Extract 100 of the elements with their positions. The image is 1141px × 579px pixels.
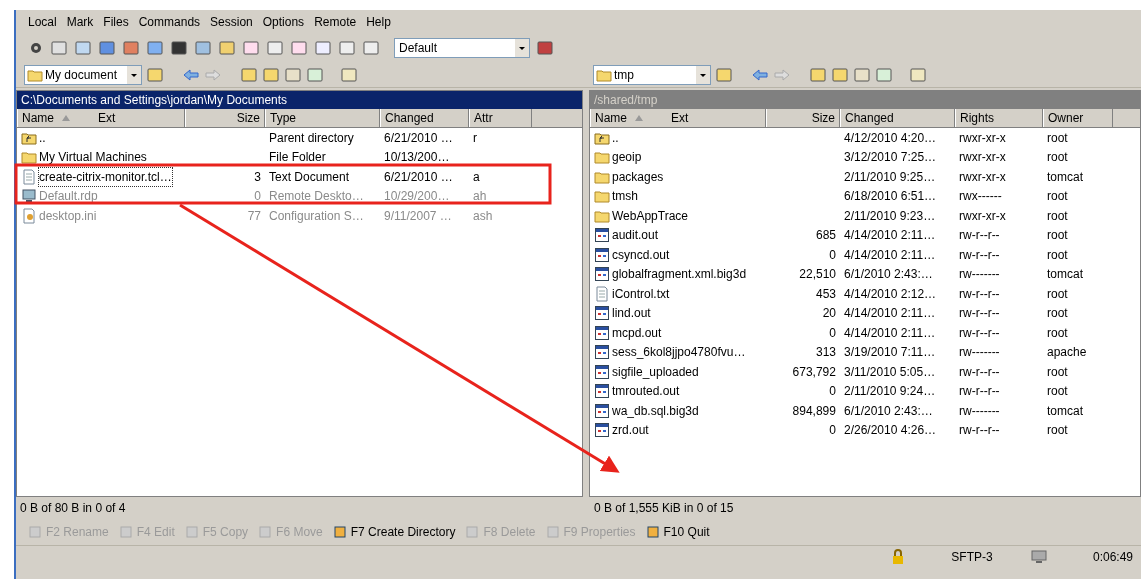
- command-icon: [184, 525, 199, 539]
- file-cell-text: 453: [815, 285, 836, 303]
- toolbar-icon[interactable]: [194, 39, 212, 57]
- column-header[interactable]: Type: [265, 109, 380, 127]
- toolbar-icon[interactable]: [98, 39, 116, 57]
- toolbar-icon[interactable]: [314, 39, 332, 57]
- toolbar-icon[interactable]: [218, 39, 236, 57]
- path-bar: C:\Documents and Settings\jordan\My Documents: [17, 91, 582, 109]
- file-cell-text: 685: [815, 227, 836, 245]
- file-cell-text: rw-------: [959, 344, 1000, 362]
- menu-item[interactable]: Mark: [66, 13, 94, 31]
- file-cell-text: 3/11/2010 5:05…: [844, 363, 936, 381]
- file-cell-text: 4/14/2010 2:11…: [844, 246, 936, 264]
- file-name[interactable]: desktop.ini: [39, 206, 97, 225]
- file-name[interactable]: tmsh: [612, 187, 638, 206]
- window-file-icon: [594, 422, 610, 439]
- file-cell-text: 0: [829, 422, 836, 440]
- file-name[interactable]: sess_6kol8jjpo4780fvu…: [612, 343, 746, 362]
- file-cell-text: 2/11/2010 9:23…: [844, 207, 936, 225]
- column-header[interactable]: Size: [766, 109, 840, 127]
- file-name[interactable]: globalfragment.xml.big3d: [612, 265, 747, 284]
- file-name[interactable]: WebAppTrace: [612, 206, 689, 225]
- file-cell-text: 0: [254, 188, 261, 206]
- window-file-icon: [594, 266, 610, 283]
- menu-item[interactable]: Help: [366, 13, 391, 31]
- file-name[interactable]: My Virtual Machines: [39, 148, 147, 167]
- file-cell-text: 6/21/2010 …: [384, 129, 453, 147]
- file-name[interactable]: audit.out: [612, 226, 659, 245]
- window-file-icon: [594, 402, 610, 419]
- file-cell-text: 3/12/2010 7:25…: [844, 149, 937, 167]
- file-cell-text: 4/14/2010 2:12…: [844, 285, 937, 303]
- file-name[interactable]: zrd.out: [612, 421, 649, 440]
- file-cell-text: ah: [473, 188, 487, 206]
- file-name[interactable]: create-citrix-monitor.tcl…: [39, 167, 172, 186]
- file-name[interactable]: sigfile_uploaded: [612, 362, 699, 381]
- file-cell-text: root: [1047, 422, 1068, 440]
- file-name[interactable]: tmrouted.out: [612, 382, 680, 401]
- selection-status: 0 B of 80 B in 0 of 4: [19, 500, 127, 517]
- command-icon: [118, 525, 133, 539]
- file-cell-text: 894,899: [792, 402, 836, 420]
- forward-arrow-icon[interactable]: [773, 67, 791, 82]
- location-dropdown[interactable]: My document: [24, 64, 142, 85]
- file-cell-text: root: [1047, 324, 1068, 342]
- toolbar-icon[interactable]: [50, 39, 68, 57]
- function-key-button[interactable]: F7 Create Directory: [332, 523, 456, 541]
- config-file-icon: [21, 207, 37, 224]
- toolbar-icon[interactable]: [122, 39, 140, 57]
- file-cell-text: rw-r--r--: [959, 227, 1000, 245]
- file-cell-text: rwx------: [959, 188, 1002, 206]
- file-cell-text: Configuration S…: [269, 207, 364, 225]
- file-cell-text: 10/29/200…: [384, 188, 450, 206]
- file-name[interactable]: ..: [39, 128, 46, 147]
- file-cell-text: 6/18/2010 6:51…: [844, 188, 937, 206]
- toolbar-icon[interactable]: [362, 39, 380, 57]
- file-name[interactable]: wa_db.sql.big3d: [612, 401, 699, 420]
- file-name[interactable]: Default.rdp: [39, 187, 98, 206]
- toolbar-icon[interactable]: [74, 39, 92, 57]
- text-file-icon: [594, 285, 610, 302]
- column-header[interactable]: Owner: [1043, 109, 1113, 127]
- menu-item[interactable]: Remote: [314, 13, 357, 31]
- location-dropdown[interactable]: tmp: [593, 64, 711, 85]
- forward-arrow-icon[interactable]: [204, 67, 222, 82]
- text-file-icon: [21, 168, 37, 185]
- file-name[interactable]: iControl.txt: [612, 284, 670, 303]
- command-icon: [465, 525, 480, 539]
- file-cell-text: 9/11/2007 …: [384, 207, 452, 225]
- file-cell-text: 0: [829, 383, 836, 401]
- back-arrow-icon[interactable]: [751, 67, 769, 82]
- file-cell-text: rw-r--r--: [959, 246, 1000, 264]
- column-header[interactable]: Attr: [469, 109, 532, 127]
- menu-item[interactable]: Local: [28, 13, 57, 31]
- back-arrow-icon[interactable]: [182, 67, 200, 82]
- file-cell-text: 2/11/2010 9:25…: [844, 168, 936, 186]
- file-name[interactable]: mcpd.out: [612, 323, 662, 342]
- column-header[interactable]: Name Ext: [17, 109, 185, 127]
- monitor-file-icon: [21, 188, 37, 205]
- column-header[interactable]: Changed: [840, 109, 955, 127]
- file-name[interactable]: ..: [612, 128, 619, 147]
- file-cell-text: root: [1047, 383, 1068, 401]
- column-header[interactable]: Changed: [380, 109, 469, 127]
- menu-item[interactable]: Files: [103, 13, 129, 31]
- file-name[interactable]: packages: [612, 167, 664, 186]
- window-file-icon: [594, 227, 610, 244]
- window-file-icon: [594, 383, 610, 400]
- column-header[interactable]: Size: [185, 109, 265, 127]
- file-name[interactable]: csyncd.out: [612, 245, 670, 264]
- file-cell-text: 22,510: [799, 266, 836, 284]
- toolbar-icon[interactable]: [338, 39, 356, 57]
- window-file-icon: [594, 305, 610, 322]
- menu-item[interactable]: Options: [262, 13, 305, 31]
- session-time: 0:06:49: [1091, 548, 1134, 566]
- column-header[interactable]: Rights: [955, 109, 1043, 127]
- profile-dropdown[interactable]: Default: [394, 38, 530, 58]
- menu-item[interactable]: Session: [210, 13, 253, 31]
- file-name[interactable]: geoip: [612, 148, 642, 167]
- function-key-button[interactable]: F10 Quit: [645, 523, 710, 541]
- file-name[interactable]: lind.out: [612, 304, 651, 323]
- menu-item[interactable]: Commands: [138, 13, 201, 31]
- file-cell-text: tomcat: [1047, 402, 1083, 420]
- column-header[interactable]: Name Ext: [590, 109, 766, 127]
